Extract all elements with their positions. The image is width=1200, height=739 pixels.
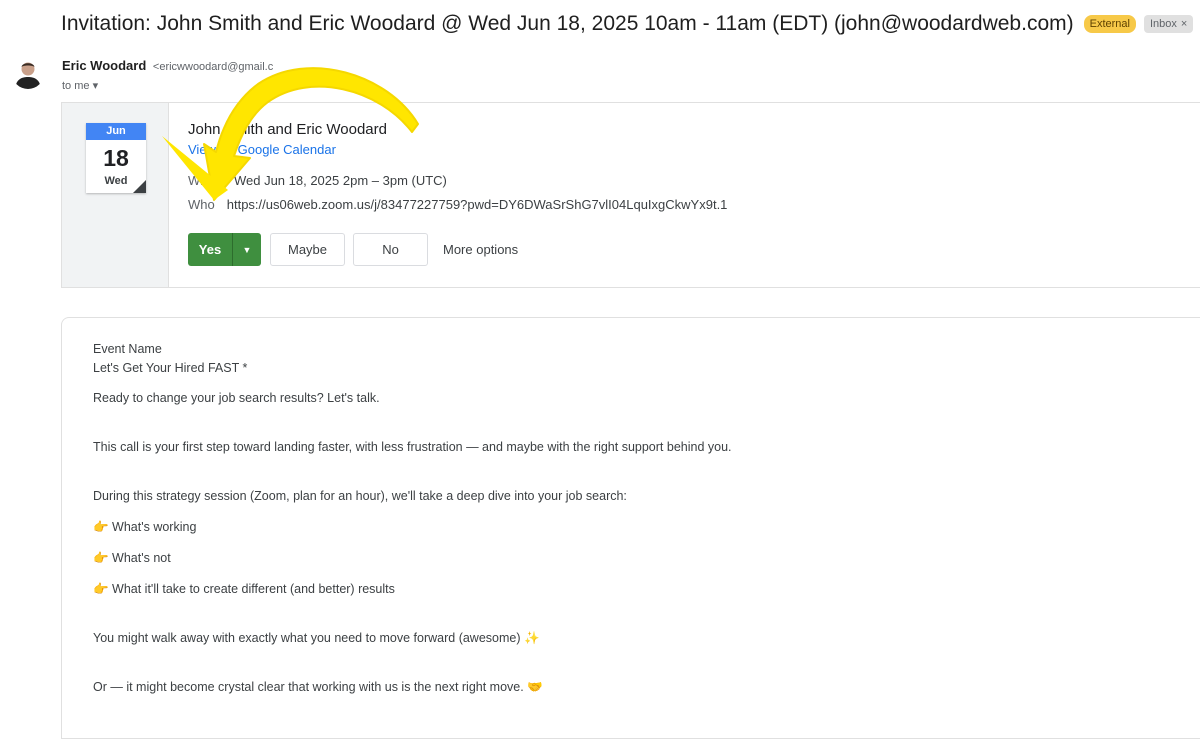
body-paragraph: Ready to change your job search results?… bbox=[93, 391, 380, 405]
bullet-item: 👉 What it'll take to create different (a… bbox=[93, 582, 395, 596]
view-on-calendar-link[interactable]: View on Google Calendar bbox=[188, 142, 336, 157]
sender-email: <ericwwoodard@gmail.c bbox=[152, 61, 274, 73]
body-paragraph: Or — it might become crystal clear that … bbox=[93, 680, 543, 694]
sender-avatar[interactable] bbox=[12, 57, 44, 89]
subject-row: Invitation: John Smith and Eric Woodard … bbox=[61, 12, 1194, 36]
join-label: Who bbox=[188, 197, 215, 212]
rsvp-maybe-button[interactable]: Maybe bbox=[270, 233, 345, 266]
inbox-label-text: Inbox bbox=[1149, 18, 1177, 30]
calendar-day: 18 bbox=[103, 145, 129, 171]
bullet-item: 👉 What's not bbox=[93, 551, 171, 565]
body-paragraph: You might walk away with exactly what yo… bbox=[93, 631, 540, 645]
caret-down-icon: ▼ bbox=[242, 244, 252, 255]
rsvp-options-dropdown[interactable]: ▼ bbox=[232, 233, 261, 266]
calendar-month: Jun bbox=[86, 123, 146, 140]
event-name-heading: Event Name bbox=[93, 342, 162, 356]
when-value: Wed Jun 18, 2025 2pm – 3pm (UTC) bbox=[233, 173, 447, 188]
rsvp-buttons: Yes ▼ Maybe No More options bbox=[188, 233, 518, 266]
inbox-label[interactable]: Inbox × bbox=[1143, 15, 1194, 33]
bullet-item: 👉 What's working bbox=[93, 520, 197, 534]
rsvp-no-button[interactable]: No bbox=[353, 233, 428, 266]
yes-button-group: Yes ▼ bbox=[188, 233, 261, 266]
event-join: Who https://us06web.zoom.us/j/83477227759… bbox=[188, 197, 727, 212]
more-options-link[interactable]: More options bbox=[443, 242, 518, 257]
sender-line: Eric Woodard <ericwwoodard@gmail.c bbox=[62, 58, 273, 73]
rsvp-yes-button[interactable]: Yes bbox=[188, 233, 232, 266]
body-paragraph: During this strategy session (Zoom, plan… bbox=[93, 489, 627, 503]
email-subject: Invitation: John Smith and Eric Woodard … bbox=[61, 12, 1074, 35]
zoom-join-url[interactable]: https://us06web.zoom.us/j/83477227759?pw… bbox=[227, 197, 728, 212]
event-title: John Smith and Eric Woodard bbox=[188, 121, 387, 138]
calendar-panel: Jun 18 Wed bbox=[62, 103, 169, 287]
recipient-details-toggle[interactable]: to me ▾ bbox=[62, 79, 98, 92]
invitation-card: Jun 18 Wed John Smith and Eric Woodard V… bbox=[61, 102, 1200, 288]
remove-label-icon[interactable]: × bbox=[1181, 18, 1187, 30]
body-paragraph: This call is your first step toward land… bbox=[93, 440, 732, 454]
email-body-card: Event Name Let's Get Your Hired FAST * R… bbox=[61, 317, 1200, 739]
calendar-date-icon: Jun 18 Wed bbox=[86, 123, 146, 193]
event-name-value: Let's Get Your Hired FAST * bbox=[93, 361, 248, 375]
when-label: When bbox=[188, 173, 222, 188]
event-when: When Wed Jun 18, 2025 2pm – 3pm (UTC) bbox=[188, 173, 447, 188]
sender-name[interactable]: Eric Woodard bbox=[62, 58, 146, 73]
person-avatar-icon bbox=[12, 57, 44, 89]
external-tag: External bbox=[1083, 15, 1136, 33]
page-fold-icon bbox=[133, 180, 146, 193]
